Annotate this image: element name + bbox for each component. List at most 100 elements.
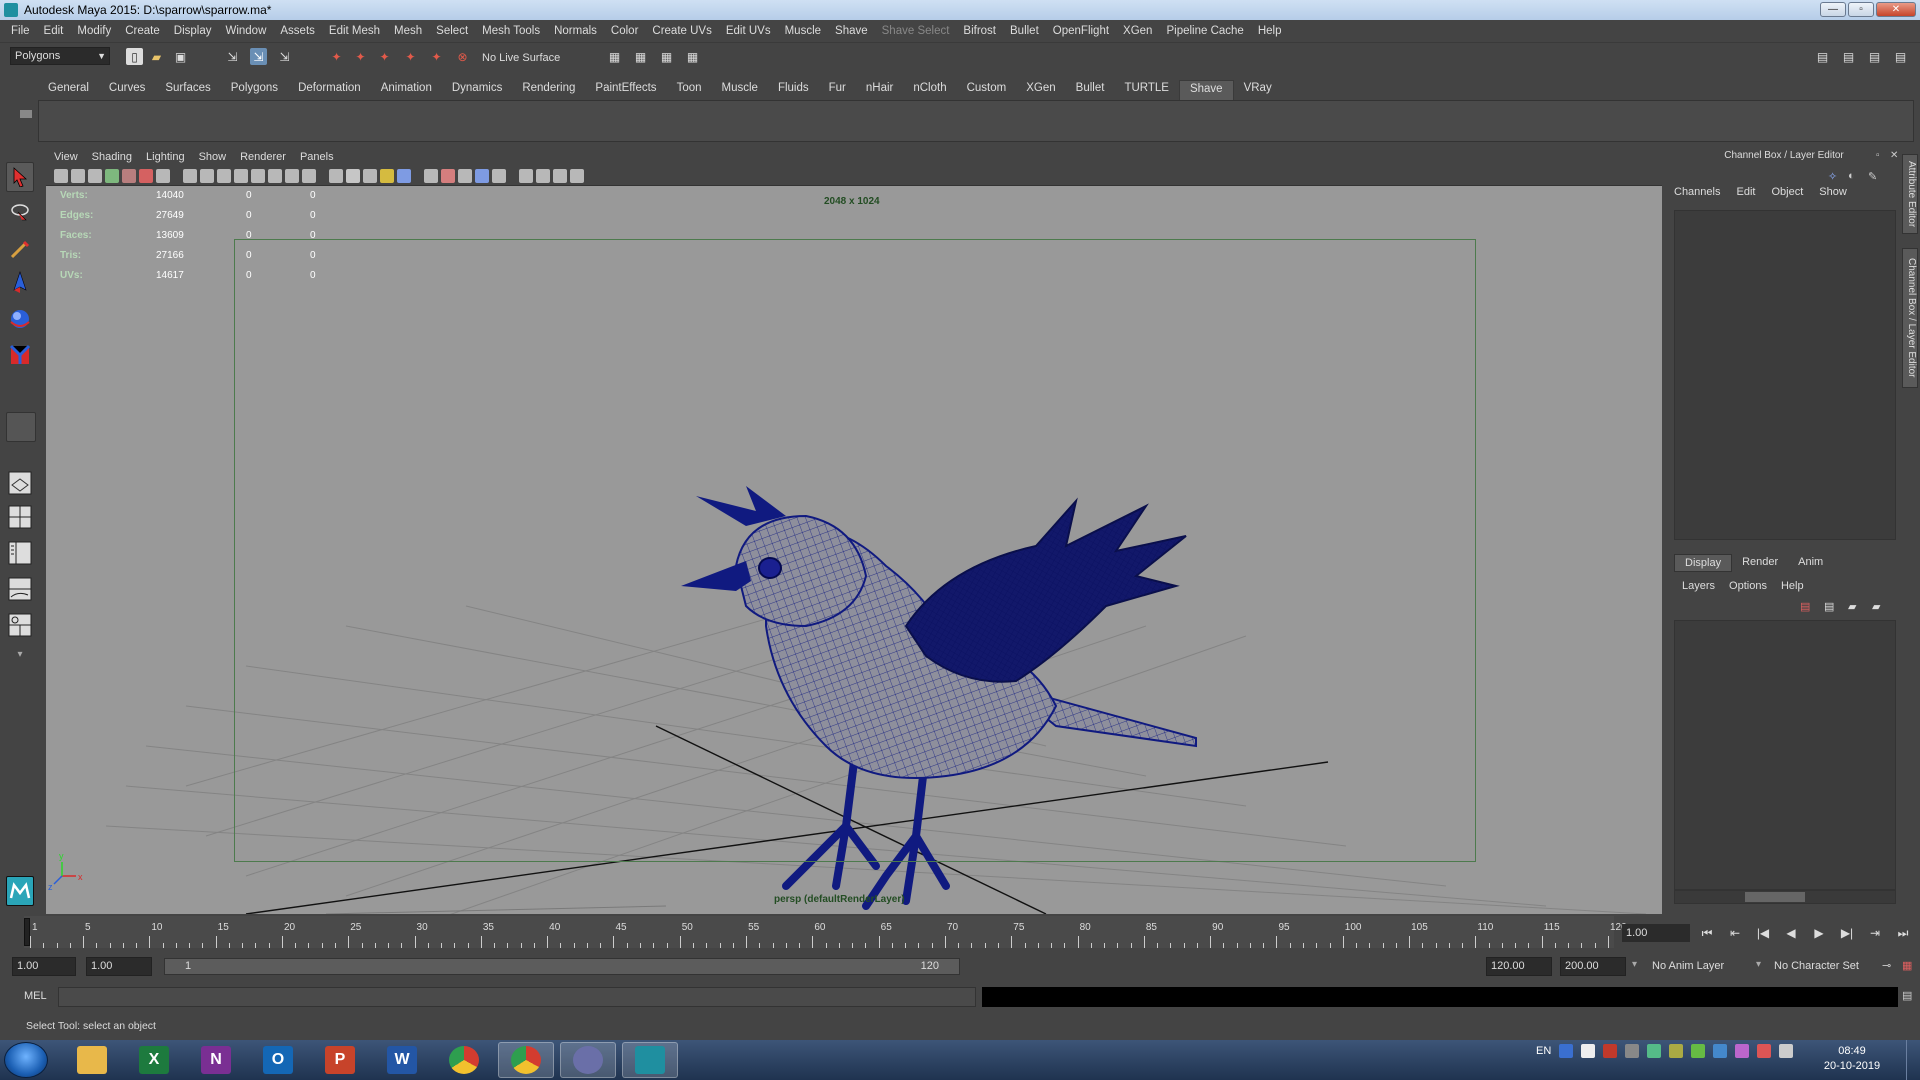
panel-toolbar-icon-7[interactable] xyxy=(156,169,170,183)
layer-menu-layers[interactable]: Layers xyxy=(1682,580,1715,592)
play-backwards-icon[interactable]: ◀ xyxy=(1780,924,1802,942)
shelf-tab-muscle[interactable]: Muscle xyxy=(712,80,768,100)
menu-help[interactable]: Help xyxy=(1251,25,1289,37)
shelf-tab-ncloth[interactable]: nCloth xyxy=(903,80,956,100)
layer-list[interactable] xyxy=(1674,620,1896,890)
character-set-dropdown-icon[interactable]: ▾ xyxy=(1756,959,1761,970)
mel-input[interactable] xyxy=(58,987,976,1007)
panel-toolbar-icon-15[interactable] xyxy=(302,169,316,183)
new-layer-icon[interactable]: ▤ xyxy=(1800,600,1810,613)
panel-toolbar-icon-21[interactable] xyxy=(424,169,438,183)
menu-pipeline-cache[interactable]: Pipeline Cache xyxy=(1159,25,1250,37)
panel-toolbar-icon-22[interactable] xyxy=(441,169,455,183)
menu-mesh[interactable]: Mesh xyxy=(387,25,429,37)
shelf-tab-vray[interactable]: VRay xyxy=(1234,80,1282,100)
snap-point-icon[interactable]: ✦ xyxy=(376,48,393,65)
snap-grid-icon[interactable]: ✦ xyxy=(328,48,345,65)
range-slider-bar[interactable]: 1 120 xyxy=(164,958,960,975)
shelf-tab-curves[interactable]: Curves xyxy=(99,80,155,100)
more-layouts-icon[interactable]: ▾ xyxy=(6,644,34,664)
menu-edit-uvs[interactable]: Edit UVs xyxy=(719,25,778,37)
menu-shave[interactable]: Shave xyxy=(828,25,875,37)
channel-box-side-tab[interactable]: Channel Box / Layer Editor xyxy=(1902,248,1918,388)
step-back-key-icon[interactable]: ⇤ xyxy=(1724,924,1746,942)
panel-toolbar-icon-28[interactable] xyxy=(553,169,567,183)
channel-box-menu-edit[interactable]: Edit xyxy=(1736,186,1755,198)
auto-key-icon[interactable]: ⊸ xyxy=(1882,959,1891,972)
modeling-toolkit-icon[interactable]: ▤ xyxy=(1814,48,1831,65)
shelf-tab-deformation[interactable]: Deformation xyxy=(288,80,371,100)
layer-menu-help[interactable]: Help xyxy=(1781,580,1804,592)
panel-toolbar-icon-20[interactable] xyxy=(397,169,411,183)
panel-toolbar-icon-4[interactable] xyxy=(105,169,119,183)
panel-toolbar-icon-10[interactable] xyxy=(217,169,231,183)
play-forwards-icon[interactable]: ▶ xyxy=(1808,924,1830,942)
network-tray-icon[interactable] xyxy=(1581,1044,1596,1058)
panel-toolbar-icon-24[interactable] xyxy=(475,169,489,183)
taskbar-powerpoint-button[interactable]: P xyxy=(312,1042,368,1078)
channel-box-toggle-icon[interactable]: ▤ xyxy=(1892,48,1909,65)
panel-toolbar-icon-5[interactable] xyxy=(122,169,136,183)
panel-toolbar-icon-11[interactable] xyxy=(234,169,248,183)
float-panel-icon[interactable]: ▫ xyxy=(1876,150,1880,161)
shelf-tab-xgen[interactable]: XGen xyxy=(1016,80,1065,100)
panel-toolbar-icon-6[interactable] xyxy=(139,169,153,183)
step-forward-key-icon[interactable]: ⇥ xyxy=(1864,924,1886,942)
scrollbar-thumb[interactable] xyxy=(1745,892,1805,902)
time-slider[interactable]: 1 5 10 15 20 25 30 35 40 45 50 55 60 65 70 75 80 85 90 95 10… xyxy=(24,916,1627,948)
taskbar-onenote-button[interactable]: N xyxy=(188,1042,244,1078)
panel-toolbar-icon-13[interactable] xyxy=(268,169,282,183)
animation-prefs-icon[interactable]: ▦ xyxy=(1902,959,1912,972)
shelf-tab-shave[interactable]: Shave xyxy=(1178,80,1234,100)
layout-four-icon[interactable] xyxy=(6,502,34,532)
menu-window[interactable]: Window xyxy=(218,25,273,37)
shelf-tab-fluids[interactable]: Fluids xyxy=(768,80,819,100)
menu-bifrost[interactable]: Bifrost xyxy=(956,25,1003,37)
clock[interactable]: 08:49 20-10-2019 xyxy=(1810,1044,1894,1074)
tray-icon-9[interactable] xyxy=(1735,1044,1750,1058)
step-back-frame-icon[interactable]: |◀ xyxy=(1752,924,1774,942)
panel-menu-shading[interactable]: Shading xyxy=(92,151,132,163)
maximize-button[interactable]: ▫ xyxy=(1848,2,1874,17)
select-by-object-icon[interactable]: ⇲ xyxy=(250,48,267,65)
panel-menu-panels[interactable]: Panels xyxy=(300,151,334,163)
perspective-viewport[interactable]: View Shading Lighting Show Renderer Panels xyxy=(46,148,1662,914)
move-tool-icon[interactable] xyxy=(6,268,34,298)
go-to-end-icon[interactable]: ⏭ xyxy=(1892,924,1914,942)
attribute-editor-toggle-icon[interactable]: ▤ xyxy=(1840,48,1857,65)
shelf-tab-general[interactable]: General xyxy=(38,80,99,100)
make-live-icon[interactable]: ⊗ xyxy=(454,48,471,65)
layer-horizontal-scrollbar[interactable] xyxy=(1674,890,1896,904)
mel-label[interactable]: MEL xyxy=(24,990,47,1002)
ipr-render-icon[interactable]: ▦ xyxy=(632,48,649,65)
last-tool-icon[interactable] xyxy=(6,412,36,442)
playback-start-field[interactable]: 1.00 xyxy=(86,957,152,976)
panel-menu-view[interactable]: View xyxy=(54,151,78,163)
taskbar-chrome-button[interactable] xyxy=(436,1042,492,1078)
taskbar-word-button[interactable]: W xyxy=(374,1042,430,1078)
channel-list[interactable] xyxy=(1674,210,1896,540)
script-editor-icon[interactable]: ▤ xyxy=(1902,989,1912,1002)
render-settings-icon[interactable]: ▦ xyxy=(658,48,675,65)
panel-toolbar-icon-1[interactable] xyxy=(54,169,68,183)
shelf-tab-toon[interactable]: Toon xyxy=(667,80,712,100)
panel-toolbar-icon-3[interactable] xyxy=(88,169,102,183)
tray-icon-5[interactable] xyxy=(1647,1044,1662,1058)
layout-single-icon[interactable] xyxy=(6,468,34,498)
attribute-editor-side-tab[interactable]: Attribute Editor xyxy=(1902,154,1918,234)
close-panel-icon[interactable]: ✕ xyxy=(1890,150,1898,161)
panel-menu-renderer[interactable]: Renderer xyxy=(240,151,286,163)
help-tray-icon[interactable] xyxy=(1559,1044,1574,1058)
menu-edit[interactable]: Edit xyxy=(37,25,71,37)
current-time-marker[interactable] xyxy=(24,918,30,946)
snap-plane-icon[interactable]: ✦ xyxy=(402,48,419,65)
menu-muscle[interactable]: Muscle xyxy=(778,25,828,37)
shelf-tab-dynamics[interactable]: Dynamics xyxy=(442,80,512,100)
menu-mesh-tools[interactable]: Mesh Tools xyxy=(475,25,547,37)
scale-tool-icon[interactable] xyxy=(6,340,34,370)
panel-toolbar-icon-2[interactable] xyxy=(71,169,85,183)
menu-bullet[interactable]: Bullet xyxy=(1003,25,1046,37)
close-button[interactable]: ✕ xyxy=(1876,2,1916,17)
shelf-tab-polygons[interactable]: Polygons xyxy=(221,80,288,100)
panel-toolbar-icon-19[interactable] xyxy=(380,169,394,183)
